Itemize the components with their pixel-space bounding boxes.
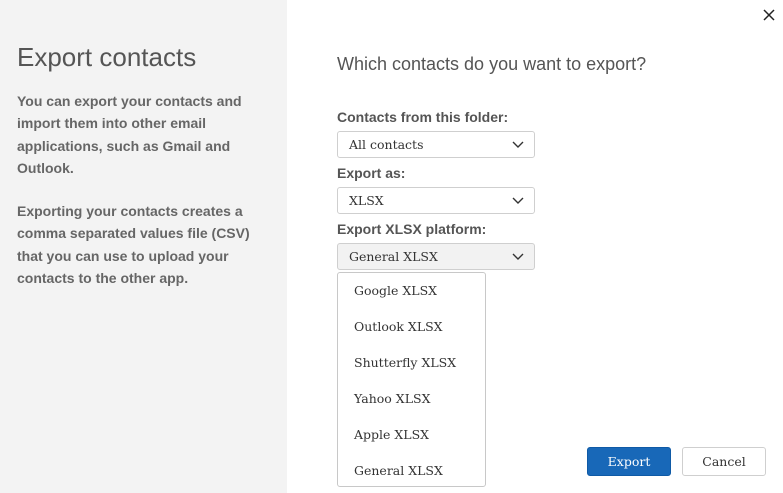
folder-label: Contacts from this folder: [337, 109, 509, 125]
csv-description: Exporting your contacts creates a comma … [17, 203, 250, 286]
format-select-value: XLSX [349, 193, 384, 208]
chevron-down-icon [512, 253, 524, 260]
export-description: You can export your contacts and import … [17, 93, 242, 176]
platform-select-value: General XLSX [349, 249, 438, 264]
chevron-down-icon [512, 141, 524, 148]
platform-option[interactable]: Yahoo XLSX [354, 391, 430, 406]
format-label: Export as: [337, 165, 406, 181]
platform-option[interactable]: Shutterfly XLSX [354, 355, 456, 370]
export-button[interactable]: Export [587, 447, 671, 476]
platform-option[interactable]: Google XLSX [354, 283, 437, 298]
page-title: Export contacts [17, 42, 197, 72]
platform-dropdown-menu: Google XLSX Outlook XLSX Shutterfly XLSX… [337, 272, 486, 487]
close-icon [763, 9, 775, 21]
platform-select[interactable]: General XLSX [337, 243, 535, 270]
folder-select-value: All contacts [349, 137, 424, 152]
format-select[interactable]: XLSX [337, 187, 535, 214]
platform-option[interactable]: Apple XLSX [354, 427, 429, 442]
close-button[interactable] [760, 6, 778, 24]
chevron-down-icon [512, 197, 524, 204]
cancel-button[interactable]: Cancel [682, 447, 766, 476]
export-question: Which contacts do you want to export? [337, 54, 647, 74]
folder-select[interactable]: All contacts [337, 131, 535, 158]
info-panel: Export contacts You can export your cont… [0, 0, 287, 493]
platform-option[interactable]: Outlook XLSX [354, 319, 443, 334]
platform-option[interactable]: General XLSX [354, 463, 443, 478]
platform-label: Export XLSX platform: [337, 221, 487, 237]
